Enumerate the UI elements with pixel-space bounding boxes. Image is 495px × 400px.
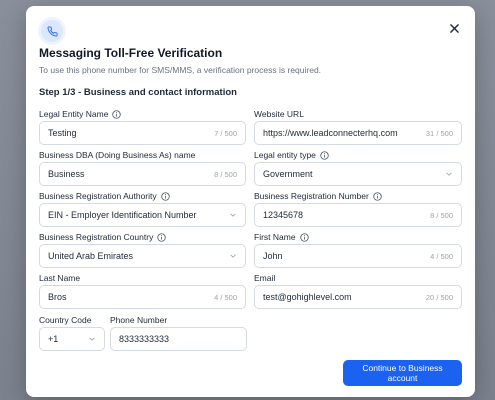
business-dba-label: Business DBA (Doing Business As) name <box>39 150 195 160</box>
business-dba-count: 8 / 500 <box>214 169 237 179</box>
registration-country-select[interactable]: United Arab Emirates <box>39 244 246 268</box>
legal-entity-name-label: Legal Entity Name <box>39 109 122 119</box>
legal-entity-type-select[interactable]: Government <box>254 162 462 186</box>
website-url-label-text: Website URL <box>254 109 304 119</box>
info-icon[interactable] <box>299 232 309 242</box>
legal-entity-type-value: Government <box>263 169 313 179</box>
country-code-label: Country Code <box>39 315 91 325</box>
registration-number-count: 8 / 500 <box>430 210 453 220</box>
country-code-label-text: Country Code <box>39 315 92 325</box>
chevron-down-icon <box>230 254 236 258</box>
last-name-input[interactable]: Bros 4 / 500 <box>39 285 246 309</box>
info-icon[interactable] <box>373 191 382 201</box>
business-dba-value: Business <box>48 169 85 179</box>
registration-authority-label: Business Registration Authority <box>39 191 170 201</box>
phone-icon-badge <box>38 17 66 45</box>
step-indicator: Step 1/3 - Business and contact informat… <box>39 87 237 98</box>
first-name-label: First Name <box>254 232 309 242</box>
legal-entity-name-label-text: Legal Entity Name <box>39 109 109 119</box>
registration-number-input[interactable]: 12345678 8 / 500 <box>254 203 462 227</box>
email-label-text: Email <box>254 273 276 283</box>
first-name-label-text: First Name <box>254 232 296 242</box>
close-button[interactable] <box>447 21 461 35</box>
legal-entity-name-count: 7 / 500 <box>214 128 237 138</box>
legal-entity-type-label-text: Legal entity type <box>254 150 316 160</box>
info-icon[interactable] <box>160 191 170 201</box>
last-name-count: 4 / 500 <box>214 292 237 302</box>
website-url-count: 31 / 500 <box>425 128 453 138</box>
first-name-count: 4 / 500 <box>430 251 453 261</box>
email-label: Email <box>254 273 275 283</box>
last-name-label-text: Last Name <box>39 273 81 283</box>
website-url-input[interactable]: https://www.leadconnecterhq.com 31 / 500 <box>254 121 462 145</box>
registration-country-label-text: Business Registration Country <box>39 232 154 242</box>
info-icon[interactable] <box>112 109 122 119</box>
modal-subtitle: To use this phone number for SMS/MMS, a … <box>39 65 322 75</box>
business-dba-input[interactable]: Business 8 / 500 <box>39 162 246 186</box>
legal-entity-name-input[interactable]: Testing 7 / 500 <box>39 121 246 145</box>
legal-entity-type-label: Legal entity type <box>254 150 329 160</box>
registration-country-label: Business Registration Country <box>39 232 167 242</box>
continue-button[interactable]: Continue to Business account <box>343 360 462 386</box>
info-icon[interactable] <box>320 150 329 160</box>
country-code-select[interactable]: +1 <box>39 327 105 351</box>
modal-title: Messaging Toll-Free Verification <box>39 46 223 60</box>
email-input[interactable]: test@gohighlevel.com 20 / 500 <box>254 285 462 309</box>
registration-country-value: United Arab Emirates <box>48 251 134 261</box>
website-url-value: https://www.leadconnecterhq.com <box>263 128 398 138</box>
first-name-value: John <box>263 251 283 261</box>
email-count: 20 / 500 <box>425 292 453 302</box>
registration-number-value: 12345678 <box>263 210 304 220</box>
email-value: test@gohighlevel.com <box>263 292 352 302</box>
last-name-label: Last Name <box>39 273 80 283</box>
phone-number-label-text: Phone Number <box>110 315 168 325</box>
registration-authority-select[interactable]: EIN - Employer Identification Number <box>39 203 246 227</box>
phone-icon <box>47 25 58 36</box>
chevron-down-icon <box>89 337 95 341</box>
registration-number-label-text: Business Registration Number <box>254 191 369 201</box>
chevron-down-icon <box>446 172 452 176</box>
info-icon[interactable] <box>157 232 167 242</box>
phone-number-label: Phone Number <box>110 315 167 325</box>
registration-authority-value: EIN - Employer Identification Number <box>48 210 197 220</box>
phone-number-input[interactable]: 8333333333 <box>110 327 247 351</box>
legal-entity-name-value: Testing <box>48 128 77 138</box>
phone-number-value: 8333333333 <box>119 334 170 344</box>
close-icon <box>449 23 459 33</box>
website-url-label: Website URL <box>254 109 304 119</box>
toll-free-verification-modal: Messaging Toll-Free Verification To use … <box>26 6 475 397</box>
chevron-down-icon <box>230 213 236 217</box>
country-code-value: +1 <box>48 334 59 344</box>
first-name-input[interactable]: John 4 / 500 <box>254 244 462 268</box>
registration-authority-label-text: Business Registration Authority <box>39 191 157 201</box>
business-dba-label-text: Business DBA (Doing Business As) name <box>39 150 196 160</box>
registration-number-label: Business Registration Number <box>254 191 382 201</box>
last-name-value: Bros <box>48 292 67 302</box>
